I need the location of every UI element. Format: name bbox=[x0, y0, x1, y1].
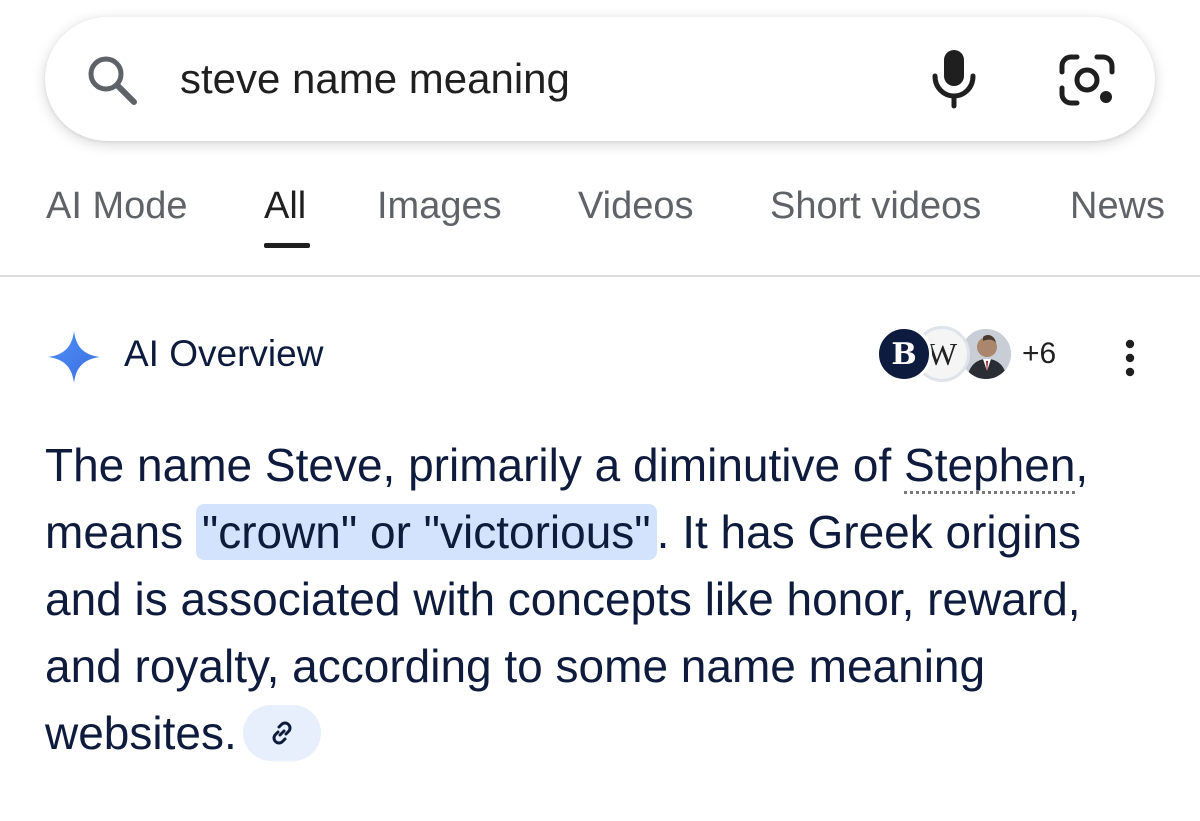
source-avatar-b[interactable]: B bbox=[876, 326, 932, 382]
tab-news[interactable]: News bbox=[1070, 183, 1165, 229]
ai-text-part: The name Steve, primarily a diminutive o… bbox=[45, 439, 905, 491]
active-tab-indicator bbox=[264, 243, 310, 248]
google-lens-icon[interactable] bbox=[1058, 52, 1116, 108]
mic-icon[interactable] bbox=[928, 48, 980, 110]
search-tabs: AI Mode All Images Videos Short videos N… bbox=[0, 175, 1200, 245]
tab-videos[interactable]: Videos bbox=[578, 183, 694, 229]
ai-spark-icon bbox=[48, 331, 100, 383]
stephen-term-link[interactable]: Stephen bbox=[904, 439, 1075, 491]
tab-ai-mode[interactable]: AI Mode bbox=[46, 183, 188, 229]
source-link-chip[interactable] bbox=[242, 704, 321, 761]
ai-overview-title: AI Overview bbox=[124, 333, 324, 374]
tab-all[interactable]: All bbox=[264, 183, 306, 229]
search-results-page: steve name meaning AI Mode All Images Vi… bbox=[0, 0, 1200, 821]
tab-short-videos[interactable]: Short videos bbox=[770, 183, 981, 229]
ai-overview-text: The name Steve, primarily a diminutive o… bbox=[45, 432, 1155, 767]
tabs-divider bbox=[0, 275, 1200, 277]
search-input[interactable]: steve name meaning bbox=[180, 49, 570, 109]
tab-images[interactable]: Images bbox=[377, 183, 502, 229]
link-icon bbox=[272, 721, 292, 745]
more-options-icon[interactable] bbox=[1118, 336, 1142, 380]
search-icon[interactable] bbox=[84, 52, 140, 108]
highlighted-meaning: "crown" or "victorious" bbox=[195, 504, 657, 560]
more-sources-count[interactable]: +6 bbox=[1022, 334, 1056, 374]
ai-sources-stack[interactable]: B W +6 bbox=[874, 324, 1074, 386]
